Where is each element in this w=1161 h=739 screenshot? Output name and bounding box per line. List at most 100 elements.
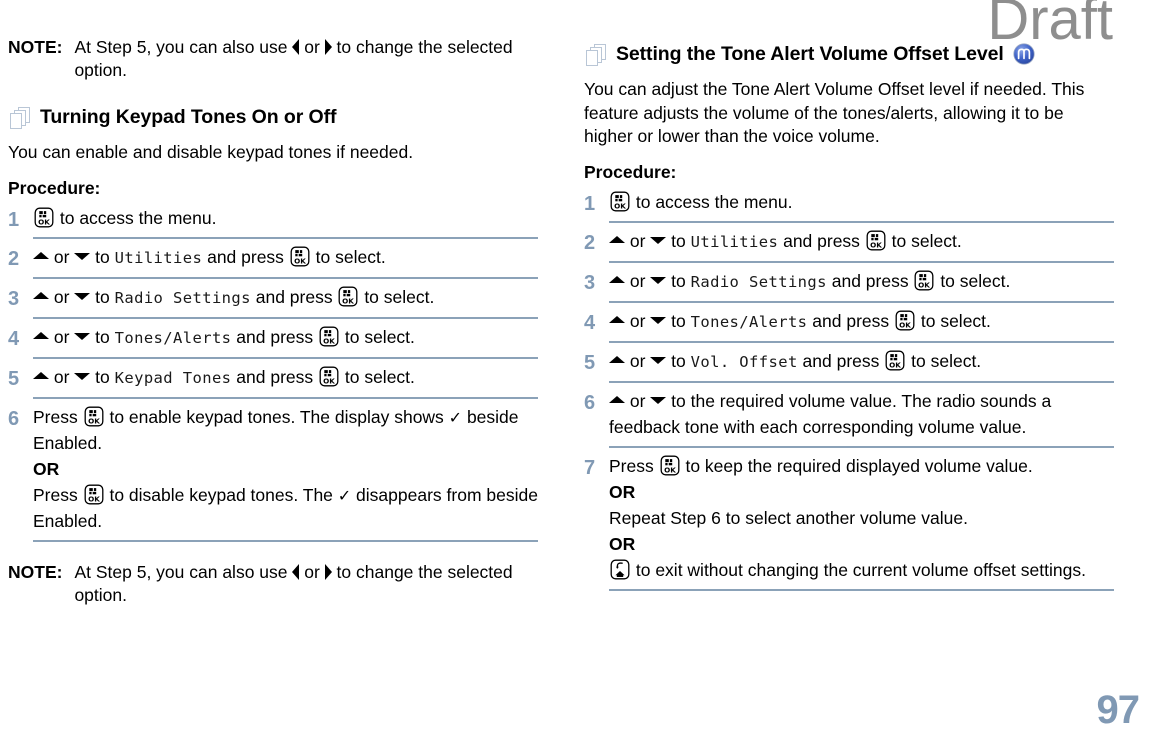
step-content: or to Utilities and press OK to select. (33, 244, 538, 271)
step-number: 2 (584, 231, 596, 254)
step-divider (609, 445, 1114, 448)
menu-item-text: Radio Settings (114, 288, 251, 307)
note-top: NOTE: At Step 5, you can also use or to … (8, 36, 538, 82)
step-divider (33, 276, 538, 279)
arrow-down-icon (650, 277, 667, 285)
step-body: or to Vol. Offset and press OK to select… (609, 348, 1114, 388)
arrow-down-icon (650, 237, 667, 245)
procedure-step: 6 Press OK to enable keypad tones. The di… (8, 404, 538, 547)
step-number: 3 (8, 287, 20, 310)
arrow-right-icon (324, 563, 332, 580)
menu-item-text: Tones/Alerts (690, 312, 808, 331)
tone-alert-feature-icon (1013, 42, 1035, 65)
procedure-step: 2 or to Utilities and press OK to select… (8, 244, 538, 284)
step-number: 4 (584, 311, 596, 334)
or-separator: OR (33, 458, 60, 479)
checkmark-icon: ✓ (337, 487, 352, 505)
arrow-down-icon (74, 253, 91, 261)
note-text-between: or (299, 561, 325, 582)
menu-item-text: Utilities (114, 248, 203, 267)
procedure-step: 5 or to Keypad Tones and press OK to sel… (8, 364, 538, 404)
svg-text:OK: OK (614, 202, 626, 211)
step-number: 4 (8, 327, 20, 350)
note-text-before: At Step 5, you can also use (74, 561, 293, 582)
section-heading-keypad-tones: Turning Keypad Tones On or Off (8, 106, 538, 129)
svg-text:OK: OK (323, 377, 335, 386)
procedure-step: 6 or to the required volume value. The r… (584, 388, 1114, 453)
arrow-up-icon (33, 372, 49, 380)
svg-text:OK: OK (343, 297, 355, 306)
two-column-layout: NOTE: At Step 5, you can also use or to … (8, 36, 1114, 613)
step-body: or to Radio Settings and press OK to sel… (609, 268, 1114, 308)
step-number: 6 (584, 391, 596, 414)
svg-text:OK: OK (38, 218, 50, 227)
svg-text:OK: OK (294, 257, 306, 266)
step-divider (33, 539, 538, 542)
step-divider (609, 380, 1114, 383)
note-text: At Step 5, you can also use or to change… (74, 36, 538, 82)
step-number: 7 (584, 456, 596, 479)
page-number: 97 (1096, 688, 1140, 732)
ok-button-icon: OK (610, 191, 630, 212)
step-divider (33, 356, 538, 359)
procedure-step: 1 OK to access the menu. (584, 189, 1114, 228)
step-body: OK to access the menu. (33, 205, 538, 244)
ok-button-icon: OK (866, 230, 886, 251)
arrow-up-icon (609, 356, 625, 364)
step-divider (609, 340, 1114, 343)
section-intro: You can adjust the Tone Alert Volume Off… (584, 79, 1085, 146)
svg-text:OK: OK (899, 321, 911, 330)
step-body: or to Utilities and press OK to select. (609, 228, 1114, 268)
step-body: or to Tones/Alerts and press OK to selec… (609, 308, 1114, 348)
menu-item-text: Keypad Tones (114, 368, 232, 387)
step-content: or to Keypad Tones and press OK to selec… (33, 364, 538, 391)
arrow-up-icon (33, 332, 49, 340)
arrow-up-icon (33, 252, 49, 260)
step-body: or to the required volume value. The rad… (609, 388, 1114, 453)
pages-stack-icon (10, 106, 31, 129)
procedure-step: 5 or to Vol. Offset and press OK to sele… (584, 348, 1114, 388)
note-text: At Step 5, you can also use or to change… (74, 561, 538, 607)
step-content: or to Vol. Offset and press OK to select… (609, 348, 1114, 375)
step-body: or to Tones/Alerts and press OK to selec… (33, 324, 538, 364)
ok-button-icon: OK (914, 270, 934, 291)
ok-button-icon: OK (34, 207, 54, 228)
arrow-down-icon (74, 293, 91, 301)
checkmark-icon: ✓ (448, 409, 463, 427)
right-column: Setting the Tone Alert Volume Offset Lev… (584, 36, 1114, 596)
ok-button-icon: OK (895, 310, 915, 331)
arrow-down-icon (650, 357, 667, 365)
arrow-down-icon (650, 317, 667, 325)
svg-text:OK: OK (88, 495, 100, 504)
ok-button-icon: OK (84, 406, 104, 427)
section-heading-tone-alert: Setting the Tone Alert Volume Offset Lev… (584, 42, 1114, 66)
pages-stack-icon (586, 43, 607, 66)
arrow-right-icon (324, 39, 332, 56)
step-content: or to Radio Settings and press OK to sel… (33, 284, 538, 311)
section-intro: You can enable and disable keypad tones … (8, 142, 414, 162)
step-content: or to Utilities and press OK to select. (609, 228, 1114, 255)
arrow-down-icon (74, 373, 91, 381)
or-separator: OR (609, 533, 636, 554)
svg-text:OK: OK (889, 361, 901, 370)
step-body: Press OK to keep the required displayed … (609, 453, 1114, 596)
procedure-step: 4 or to Tones/Alerts and press OK to sel… (8, 324, 538, 364)
ok-button-icon: OK (319, 326, 339, 347)
procedure-step: 4 or to Tones/Alerts and press OK to sel… (584, 308, 1114, 348)
step-content: Press OK to keep the required displayed … (609, 455, 1086, 580)
menu-item-text: Utilities (690, 232, 779, 251)
procedure-step: 3 or to Radio Settings and press OK to s… (584, 268, 1114, 308)
step-number: 1 (8, 208, 20, 231)
svg-text:OK: OK (88, 417, 100, 426)
step-divider (609, 300, 1114, 303)
step-divider (609, 588, 1114, 591)
svg-text:OK: OK (323, 337, 335, 346)
ok-button-icon: OK (84, 484, 104, 505)
left-column: NOTE: At Step 5, you can also use or to … (8, 36, 538, 613)
procedure-step: 7 Press OK to keep the required displayed… (584, 453, 1114, 596)
step-number: 6 (8, 407, 20, 430)
ok-button-icon: OK (660, 455, 680, 476)
step-number: 5 (584, 351, 596, 374)
procedure-step: 2 or to Utilities and press OK to select… (584, 228, 1114, 268)
step-divider (33, 396, 538, 399)
